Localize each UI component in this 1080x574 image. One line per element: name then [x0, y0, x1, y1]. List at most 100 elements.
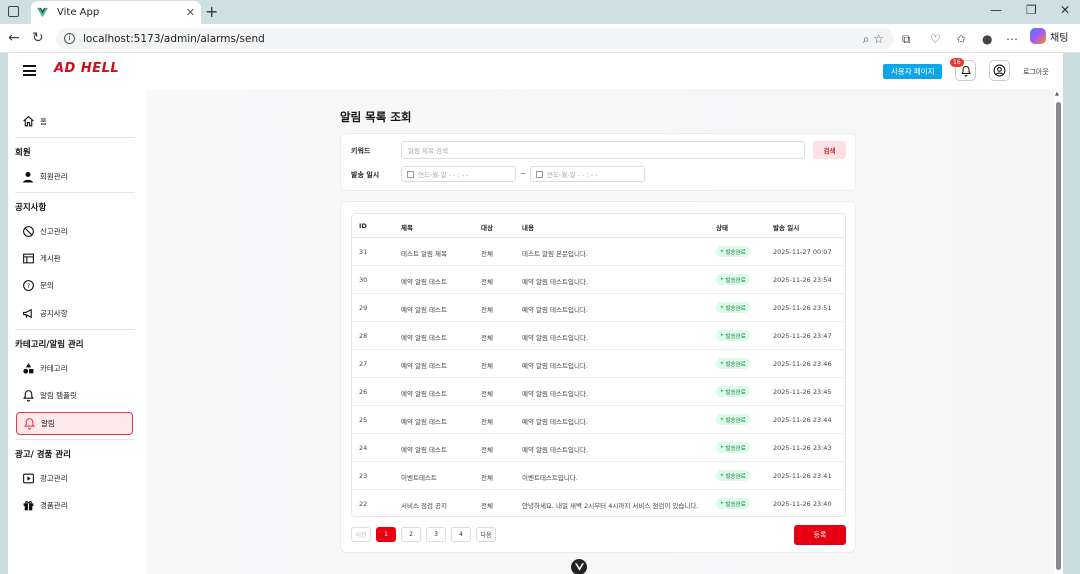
date-to-placeholder: 연도-월-일 - - : - - [547, 171, 598, 179]
copilot-button[interactable]: 채팅 [1030, 28, 1068, 44]
tab-close-icon[interactable]: ✕ [186, 6, 195, 19]
sidebar-item-inquiry[interactable]: ? 문의 [16, 274, 133, 297]
extensions-icon[interactable]: ⧉ [902, 32, 911, 47]
cell-content: 예약 알림 테스트입니다. [522, 306, 588, 314]
browser-essentials-icon[interactable]: ♡ [930, 32, 941, 46]
sidebar-item-category[interactable]: 카테고리 [16, 357, 133, 380]
date-from-input[interactable]: 연도-월-일 - - : - - [401, 166, 516, 182]
sidebar: 홈 회원 회원관리 공지사항 신고관리 게시판 ? 문의 공지사항 카테고리/알… [8, 89, 146, 574]
search-button[interactable]: 검색 [813, 141, 846, 159]
admin-app: AD HELL 사용자 페이지 16 로그아웃 홈 회원 회원관리 공지사항 신… [8, 53, 1063, 574]
cell-id: 25 [359, 416, 368, 424]
table-row[interactable]: 28 예약 알림 테스트 전체 예약 알림 테스트입니다. 2025-11-26 23:… [352, 322, 845, 350]
cell-content: 예약 알림 테스트입니다. [522, 334, 588, 342]
minimize-icon[interactable]: — [990, 3, 1002, 17]
table-row[interactable]: 30 예약 알림 테스트 전체 예약 알림 테스트입니다. 2025-11-26 23:… [352, 266, 845, 294]
account-button[interactable] [989, 60, 1010, 81]
page-button-4[interactable]: 4 [451, 527, 471, 542]
cell-title: 예약 알림 테스트 [401, 418, 447, 426]
cell-target: 전체 [481, 306, 493, 314]
sidebar-item-label: 회원관리 [40, 172, 68, 181]
scrollbar-thumb[interactable] [1056, 102, 1061, 570]
sidebar-group-notice: 공지사항 [15, 203, 47, 213]
th-title: 제목 [401, 224, 413, 232]
alarm-list-card: ID 제목 대상 내용 상태 발송 일시 31 테스트 알림 제목 전체 테스트 알림… [340, 201, 856, 553]
page-button-2[interactable]: 2 [401, 527, 421, 542]
next-page-button[interactable]: 다음 [476, 527, 496, 542]
table-row[interactable]: 27 예약 알림 테스트 전체 예약 알림 테스트입니다. 2025-11-26 23:… [352, 350, 845, 378]
question-icon: ? [21, 279, 35, 293]
home-icon [21, 115, 35, 129]
sidebar-item-home[interactable]: 홈 [16, 110, 133, 133]
divider [15, 439, 135, 440]
prev-page-button[interactable]: 이전 [351, 527, 371, 542]
sidebar-item-board[interactable]: 게시판 [16, 247, 133, 270]
sidebar-item-notice[interactable]: 공지사항 [16, 302, 133, 325]
sidebar-item-label: 카테고리 [40, 364, 68, 373]
alarm-table: ID 제목 대상 내용 상태 발송 일시 31 테스트 알림 제목 전체 테스트 알림… [351, 213, 846, 517]
cell-target: 전체 [481, 474, 493, 482]
favorites-icon[interactable]: ✩ [956, 32, 966, 46]
cell-target: 전체 [481, 278, 493, 286]
sidebar-group-category-alarm: 카테고리/알림 관리 [15, 340, 84, 350]
back-icon[interactable]: ← [8, 30, 20, 46]
user-page-button[interactable]: 사용자 페이지 [883, 64, 943, 79]
date-from-placeholder: 연도-월-일 - - : - - [418, 171, 469, 179]
sidebar-item-label: 홈 [40, 117, 47, 126]
more-icon[interactable]: ⋯ [1006, 32, 1018, 46]
th-content: 내용 [522, 224, 534, 232]
notification-button[interactable]: 16 [950, 58, 976, 81]
url-field[interactable]: i localhost:5173/admin/alarms/send ⌕ ☆ [56, 28, 894, 49]
keyword-search-input[interactable]: 알림 제목 검색 [401, 141, 805, 159]
restore-icon[interactable]: ❐ [1026, 3, 1037, 17]
cell-title: 예약 알림 테스트 [401, 362, 447, 370]
sidebar-item-label: 게시판 [40, 254, 61, 263]
logout-link[interactable]: 로그아웃 [1023, 67, 1049, 77]
window-close-icon[interactable]: ✕ [1060, 3, 1070, 17]
register-button[interactable]: 등록 [794, 525, 846, 545]
table-row[interactable]: 24 예약 알림 테스트 전체 예약 알림 테스트입니다. 2025-11-26 23:… [352, 434, 845, 462]
table-row[interactable]: 22 서비스 점검 공지 전체 안녕하세요, 내일 새벽 2시부터 4시까지 서비스 … [352, 490, 845, 516]
browser-tab[interactable]: Vite App ✕ [31, 1, 201, 24]
scrollbar[interactable]: ▲ [1054, 89, 1063, 574]
sidebar-item-prize-manage[interactable]: 경품관리 [16, 494, 133, 517]
profile-icon[interactable]: ● [982, 32, 992, 46]
table-row[interactable]: 29 예약 알림 테스트 전체 예약 알림 테스트입니다. 2025-11-26 23:… [352, 294, 845, 322]
svg-text:?: ? [26, 282, 29, 290]
site-info-icon[interactable]: i [64, 33, 75, 44]
cell-sent-at: 2025-11-26 23:41 [773, 472, 832, 480]
cell-target: 전체 [481, 390, 493, 398]
page-title: 알림 목록 조회 [340, 110, 412, 124]
status-badge: 발송완료 [716, 358, 750, 369]
menu-icon[interactable] [23, 65, 36, 76]
sidebar-item-member-manage[interactable]: 회원관리 [16, 165, 133, 188]
date-to-input[interactable]: 연도-월-일 - - : - - [530, 166, 645, 182]
sidebar-item-alarm-template[interactable]: 알림 템플릿 [16, 384, 133, 407]
cell-id: 30 [359, 276, 368, 284]
reload-icon[interactable]: ↻ [32, 30, 44, 46]
page-button-1[interactable]: 1 [376, 527, 396, 542]
sidebar-item-report-manage[interactable]: 신고관리 [16, 220, 133, 243]
report-icon [21, 225, 35, 239]
page-button-3[interactable]: 3 [426, 527, 446, 542]
cell-sent-at: 2025-11-26 23:43 [773, 444, 832, 452]
scroll-up-icon[interactable]: ▲ [1055, 91, 1059, 97]
zoom-favorite-icons[interactable]: ⌕ ☆ [863, 32, 884, 47]
sidebar-item-ad-manage[interactable]: 광고관리 [16, 467, 133, 490]
cell-content: 예약 알림 테스트입니다. [522, 390, 588, 398]
megaphone-icon [21, 307, 35, 321]
table-row[interactable]: 23 이벤트테스트 전체 이벤트테스트입니다. 2025-11-26 23:41 발송완료 [352, 462, 845, 490]
keyword-label: 키워드 [351, 147, 371, 155]
sidebar-item-label: 신고관리 [40, 227, 68, 236]
table-row[interactable]: 26 예약 알림 테스트 전체 예약 알림 테스트입니다. 2025-11-26 23:… [352, 378, 845, 406]
sidebar-item-alarm[interactable]: 알림 [16, 412, 133, 435]
cell-target: 전체 [481, 334, 493, 342]
table-row[interactable]: 25 예약 알림 테스트 전체 예약 알림 테스트입니다. 2025-11-26 23:… [352, 406, 845, 434]
brand-logo[interactable]: AD HELL [54, 61, 119, 76]
tab-actions-icon[interactable] [8, 6, 19, 17]
table-row[interactable]: 31 테스트 알림 제목 전체 테스트 알림 본문입니다. 2025-11-27 00:… [352, 238, 845, 266]
th-target: 대상 [481, 224, 493, 232]
cell-id: 27 [359, 360, 368, 368]
new-tab-icon[interactable]: + [205, 2, 218, 21]
vue-devtools-button[interactable] [571, 559, 587, 574]
